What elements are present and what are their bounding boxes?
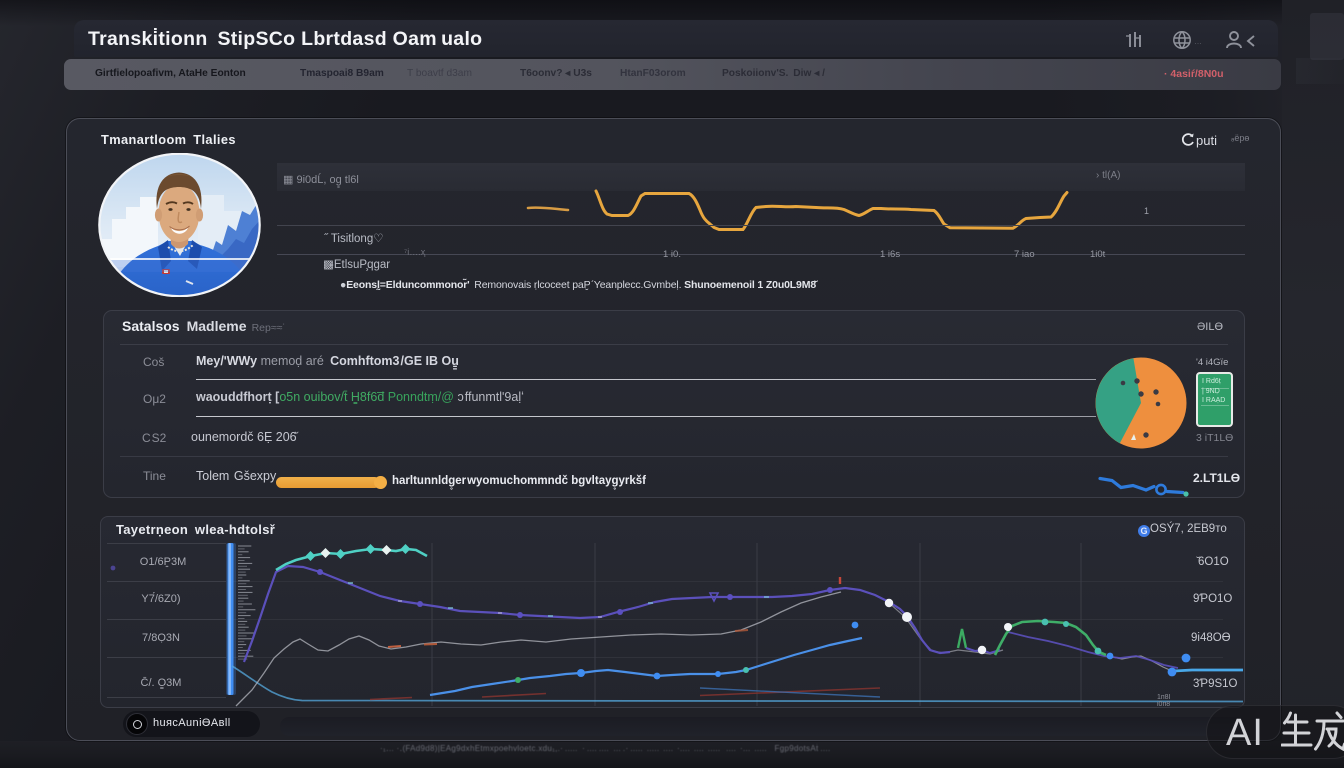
- svg-text:C̄/. O̳3M: C̄/. O̳3M: [141, 676, 182, 689]
- svg-text:…: …: [1194, 37, 1202, 46]
- svg-text:9i48OӨ: 9i48OӨ: [1191, 632, 1231, 644]
- svg-text:3Ƥ9S1O: 3Ƥ9S1O: [1193, 678, 1238, 690]
- svg-text:1п8Ӏ: 1п8Ӏ: [1157, 694, 1171, 701]
- svg-text:̆6O1O: ̆6O1O: [1196, 556, 1229, 568]
- svg-text:7/8Ọ3N: 7/8Ọ3N: [142, 632, 180, 644]
- svg-text:1: 1: [1144, 206, 1149, 216]
- svg-text:9ƤO1O: 9ƤO1O: [1193, 593, 1232, 605]
- svg-text:O1/6P͍3M: O1/6P͍3M: [140, 556, 186, 568]
- svg-text:Y7́/6Z0): Y7́/6Z0): [141, 592, 180, 605]
- svg-text:і0п8: і0п8: [1157, 700, 1170, 708]
